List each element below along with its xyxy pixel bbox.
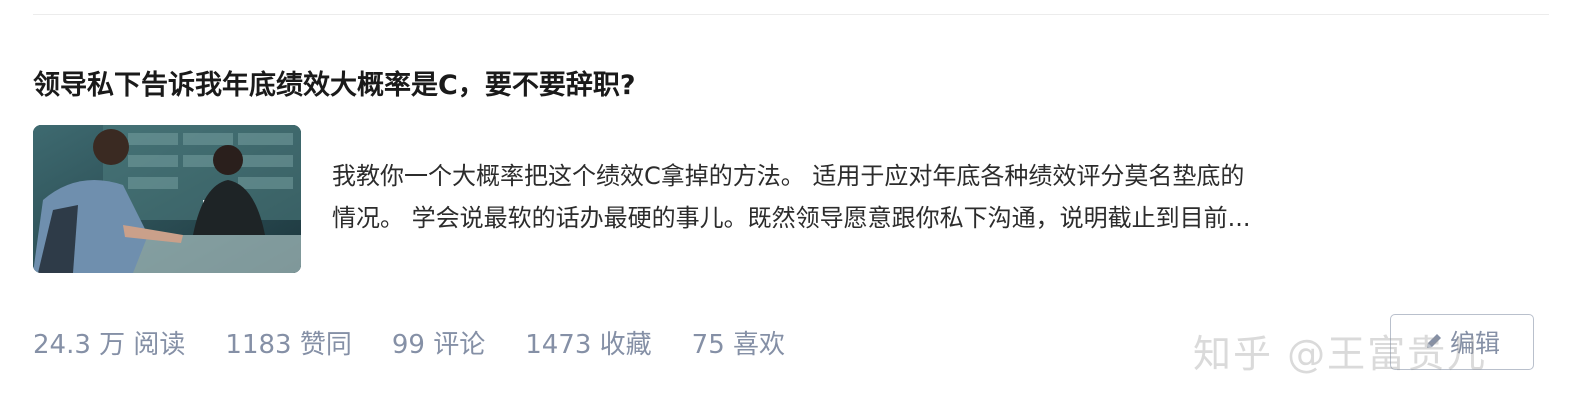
excerpt-line-2: 情况。 学会说最软的话办最硬的事儿。既然领导愿意跟你私下沟通，说明截止到目前..… bbox=[332, 204, 1251, 232]
comment-count[interactable]: 99 评论 bbox=[392, 324, 485, 361]
pencil-icon bbox=[1424, 328, 1444, 357]
like-count: 1183 赞同 bbox=[225, 330, 352, 360]
love-count: 75 喜欢 bbox=[691, 330, 786, 360]
article-card: 领导私下告诉我年底绩效大概率是C，要不要辞职? 我教你一个大概率把这个绩效C拿掉… bbox=[33, 15, 1549, 416]
edit-button-label: 编辑 bbox=[1449, 329, 1500, 358]
article-stats: 24.3 万 阅读 1183 赞同 99 评论 1473 收藏 75 喜欢 bbox=[33, 324, 785, 361]
read-count: 24.3 万 阅读 bbox=[33, 330, 186, 360]
article-thumbnail[interactable] bbox=[33, 125, 301, 273]
favorite-count: 1473 收藏 bbox=[525, 330, 652, 360]
thumbnail-image bbox=[33, 125, 301, 273]
edit-button[interactable]: 编辑 bbox=[1390, 314, 1534, 370]
excerpt-line-1: 我教你一个大概率把这个绩效C拿掉的方法。 适用于应对年底各种绩效评分莫名垫底的 bbox=[332, 162, 1245, 190]
article-title[interactable]: 领导私下告诉我年底绩效大概率是C，要不要辞职? bbox=[33, 63, 635, 102]
article-excerpt[interactable]: 我教你一个大概率把这个绩效C拿掉的方法。 适用于应对年底各种绩效评分莫名垫底的 … bbox=[332, 155, 1452, 239]
